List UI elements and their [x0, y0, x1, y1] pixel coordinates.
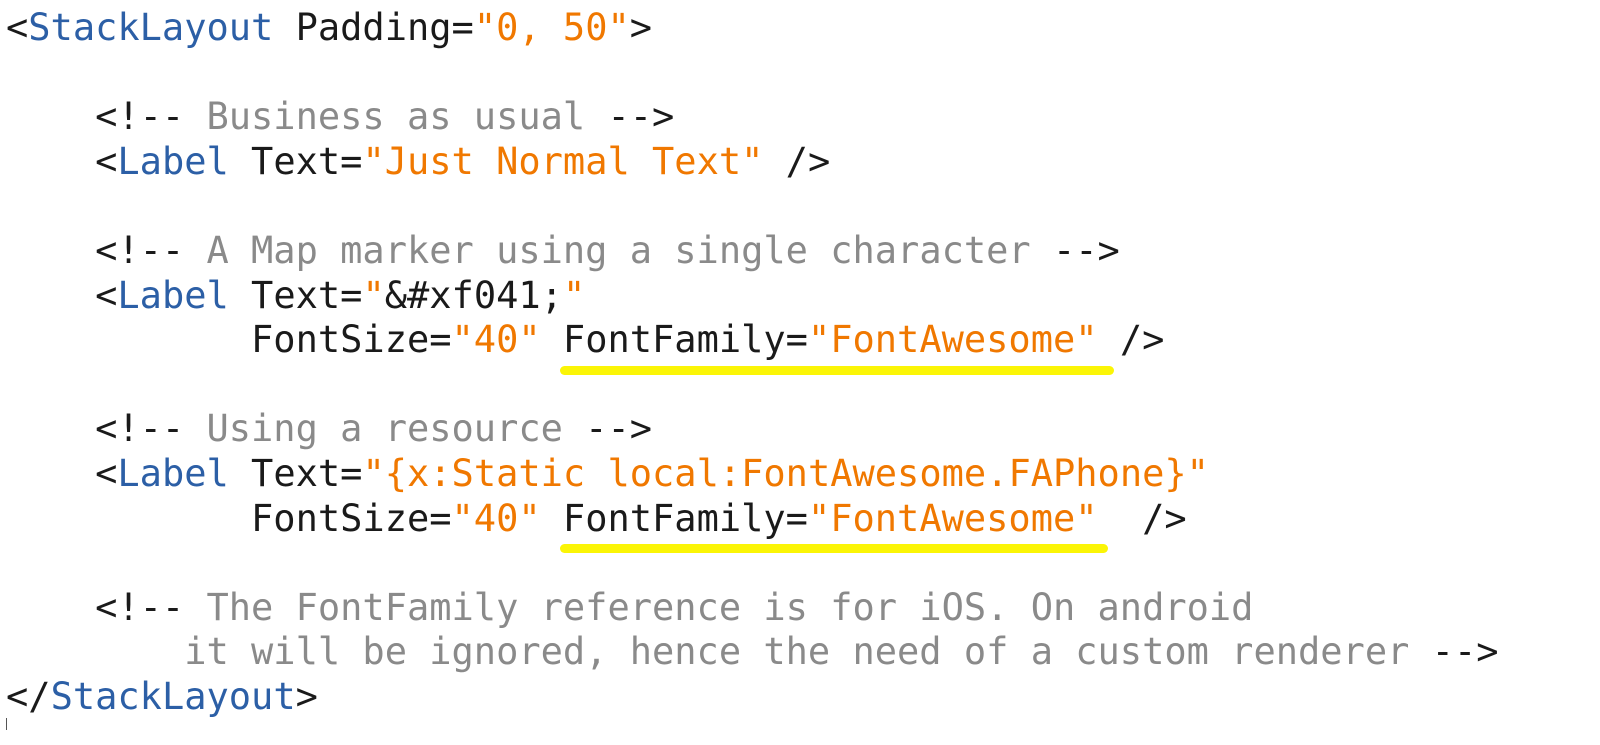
- code-line-label-resource-font: FontSize="40" FontFamily="FontAwesome" /…: [6, 497, 1499, 542]
- code-line-label-map-marker-font: FontSize="40" FontFamily="FontAwesome" /…: [6, 318, 1499, 363]
- text-caret: [6, 718, 7, 730]
- code-comment-text: A Map marker using a single character: [206, 228, 1031, 272]
- code-punctuation: <: [6, 451, 118, 495]
- code-attribute: Text=: [228, 451, 363, 495]
- code-punctuation: -->: [1030, 228, 1120, 272]
- code-comment-text: Business as usual: [206, 95, 586, 139]
- code-tag-name: StackLayout: [28, 6, 274, 49]
- code-line-blank-2: [6, 184, 1499, 229]
- code-line-blank-1: [6, 51, 1499, 96]
- code-line-blank-4: [6, 541, 1499, 586]
- code-string: "{x:Static local:FontAwesome.FAPhone}": [362, 451, 1209, 495]
- code-punctuation: <!--: [6, 228, 207, 272]
- code-tag-name: Label: [117, 451, 229, 495]
- code-line-comment-resource: <!-- Using a resource -->: [6, 407, 1499, 452]
- code-punctuation: -->: [585, 95, 675, 139]
- code-line-label-map-marker: <Label Text="&#xf041;": [6, 274, 1499, 319]
- code-string: "FontAwesome": [807, 496, 1098, 540]
- code-line-label-normal-text: <Label Text="Just Normal Text" />: [6, 140, 1499, 185]
- code-string: ": [562, 273, 586, 317]
- code-comment-text: The FontFamily reference is for iOS. On …: [206, 585, 1254, 629]
- code-punctuation: />: [1097, 496, 1187, 540]
- code-punctuation: <!--: [6, 95, 207, 139]
- code-line-comment-business: <!-- Business as usual -->: [6, 95, 1499, 140]
- code-attribute: Padding=: [273, 6, 474, 49]
- code-punctuation: >: [295, 674, 318, 718]
- code-comment-text: Using a resource: [206, 407, 563, 451]
- code-punctuation: </: [6, 674, 51, 718]
- code-attribute: FontFamily=: [540, 496, 808, 540]
- code-punctuation: />: [1097, 318, 1165, 362]
- code-attribute: Text=: [228, 273, 363, 317]
- code-line-comment-ios-2: it will be ignored, hence the need of a …: [6, 630, 1499, 675]
- code-punctuation: >: [629, 6, 653, 49]
- code-attribute: Text=: [228, 139, 363, 183]
- code-line-comment-map-marker: <!-- A Map marker using a single charact…: [6, 229, 1499, 274]
- code-tag-name: Label: [117, 273, 229, 317]
- code-line-stacklayout-close: </StackLayout>: [6, 675, 1499, 720]
- code-block: <StackLayout Padding="0, 50"> <!-- Busin…: [6, 6, 1499, 720]
- code-punctuation: <: [6, 6, 29, 49]
- code-line-blank-3: [6, 363, 1499, 408]
- code-string: "40": [451, 318, 541, 362]
- code-string: "Just Normal Text": [362, 139, 764, 183]
- code-tag-name: StackLayout: [50, 674, 296, 718]
- code-punctuation: />: [763, 139, 831, 183]
- code-punctuation: <: [6, 273, 118, 317]
- code-string: "40": [451, 496, 541, 540]
- code-punctuation: -->: [1409, 630, 1499, 674]
- code-line-label-resource: <Label Text="{x:Static local:FontAwesome…: [6, 452, 1499, 497]
- code-attribute: FontSize=: [6, 318, 452, 362]
- code-punctuation: <!--: [6, 407, 207, 451]
- code-line-stacklayout-open: <StackLayout Padding="0, 50">: [6, 6, 1499, 51]
- code-string: "FontAwesome": [807, 318, 1098, 362]
- code-punctuation: &#xf041;: [384, 273, 563, 317]
- code-punctuation: <!--: [6, 585, 207, 629]
- code-attribute: FontFamily=: [540, 318, 808, 362]
- code-attribute: FontSize=: [6, 496, 452, 540]
- code-punctuation: <: [6, 139, 118, 183]
- code-line-comment-ios-1: <!-- The FontFamily reference is for iOS…: [6, 586, 1499, 631]
- code-string: "0, 50": [473, 6, 630, 49]
- code-punctuation: -->: [562, 407, 653, 451]
- code-tag-name: Label: [117, 139, 229, 183]
- code-string: ": [362, 273, 385, 317]
- code-comment-text: it will be ignored, hence the need of a …: [6, 630, 1410, 674]
